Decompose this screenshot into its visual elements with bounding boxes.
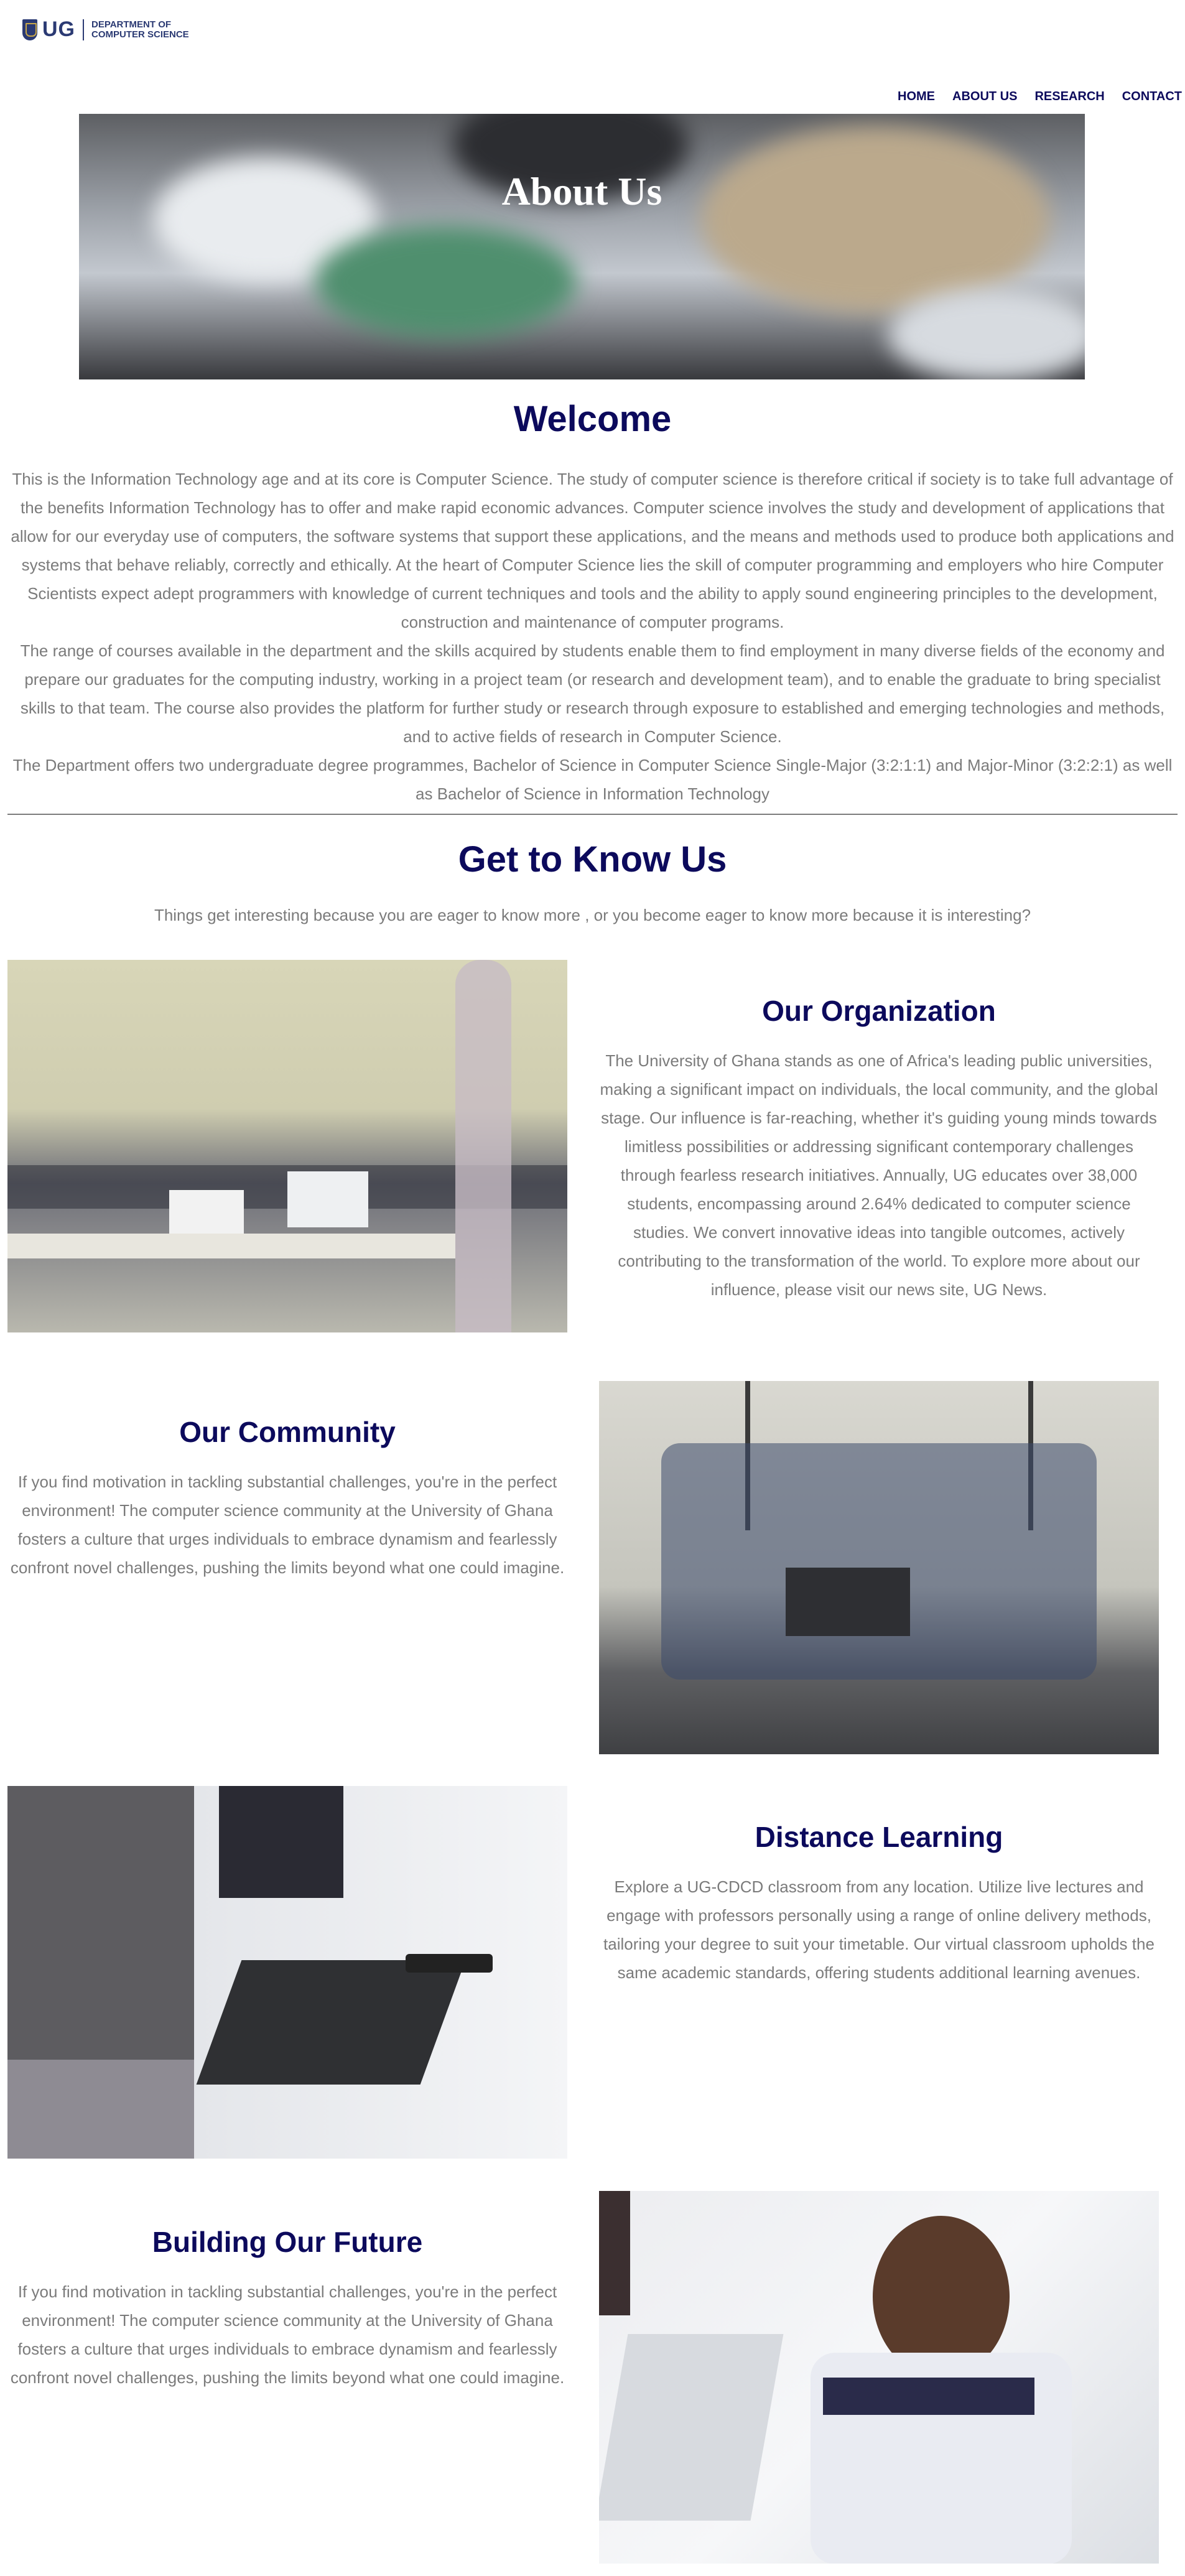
know-subtitle: Things get interesting because you are e… (154, 906, 1031, 924)
logo-divider (83, 19, 84, 40)
welcome-paragraph: This is the Information Technology age a… (11, 470, 1174, 631)
distance-learning-photo (7, 1786, 567, 2159)
ug-crest-icon (22, 19, 37, 40)
welcome-paragraph: The Department offers two undergraduate … (12, 756, 1173, 803)
logo-dept-line1: DEPARTMENT OF (91, 19, 172, 30)
logo-dept-name: DEPARTMENT OF COMPUTER SCIENCE (91, 19, 189, 40)
welcome-body: This is the Information Technology age a… (7, 465, 1178, 808)
main-nav: HOME ABOUT US RESEARCH CONTACT (898, 90, 1182, 104)
organization-body: The University of Ghana stands as one of… (600, 1051, 1158, 1299)
ug-logo[interactable]: UG DEPARTMENT OF COMPUTER SCIENCE (22, 17, 189, 42)
distance-learning-section: Distance Learning Explore a UG-CDCD clas… (599, 1820, 1159, 1987)
hero-photo-screen-shape (315, 226, 577, 338)
community-body: If you find motivation in tackling subst… (10, 1472, 565, 1577)
building-future-section: Building Our Future If you find motivati… (7, 2225, 567, 2392)
welcome-title: Welcome (513, 399, 672, 439)
nav-research-link[interactable]: RESEARCH (1034, 90, 1104, 104)
hero-banner: About Us (79, 114, 1085, 379)
hero-title: About Us (501, 169, 662, 213)
nav-home-link[interactable]: HOME (898, 90, 935, 104)
nav-contact-link[interactable]: CONTACT (1122, 90, 1182, 104)
community-title: Our Community (179, 1416, 396, 1448)
community-section: Our Community If you find motivation in … (7, 1415, 567, 1582)
building-future-photo (599, 2191, 1159, 2564)
distance-learning-title: Distance Learning (755, 1821, 1003, 1853)
logo-dept-line2: COMPUTER SCIENCE (91, 29, 189, 40)
hero-photo-person-shape (701, 126, 1049, 313)
section-divider (7, 814, 1178, 815)
know-title: Get to Know Us (458, 839, 727, 880)
building-future-body: If you find motivation in tackling subst… (10, 2282, 565, 2387)
organization-photo (7, 960, 567, 1332)
hero-photo-desk-shape (888, 288, 1085, 379)
building-future-title: Building Our Future (152, 2226, 423, 2258)
welcome-paragraph: The range of courses available in the de… (20, 641, 1165, 746)
organization-title: Our Organization (762, 995, 996, 1027)
distance-learning-body: Explore a UG-CDCD classroom from any loc… (603, 1877, 1155, 1982)
organization-section: Our Organization The University of Ghana… (599, 994, 1159, 1304)
community-photo (599, 1381, 1159, 1754)
nav-about-link[interactable]: ABOUT US (952, 90, 1017, 104)
logo-ug-text: UG (42, 17, 75, 41)
